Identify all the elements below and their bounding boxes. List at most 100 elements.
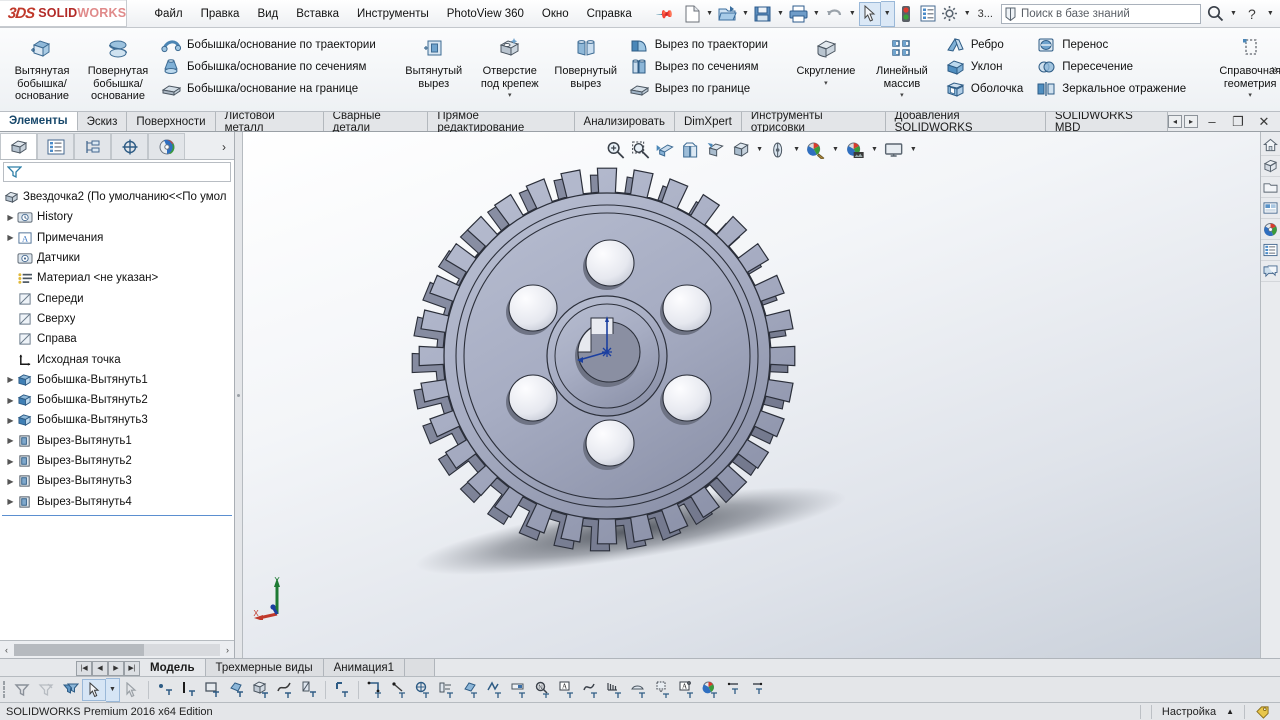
lofted-boss-button[interactable]: Бобышка/основание по сечениям [158, 57, 382, 77]
shell-button[interactable]: Оболочка [942, 79, 1029, 99]
tree-node-origin[interactable]: Исходная точка [0, 349, 234, 369]
tree-node-cut-extrude-1[interactable]: ▶ Вырез-Вытянуть1 [0, 431, 234, 451]
weld-symbol-button[interactable] [627, 679, 651, 701]
tab-sketch[interactable]: Эскиз [77, 112, 128, 131]
first-tab-button[interactable]: |◀ [76, 660, 92, 676]
plane-tool-button[interactable] [297, 679, 321, 701]
open-document-button[interactable] [716, 2, 739, 26]
model-tab-animation1[interactable]: Анимация1 [323, 659, 406, 676]
menu-window[interactable]: Окно [533, 4, 578, 24]
tree-node-cut-extrude-2[interactable]: ▶ Вырез-Вытянуть2 [0, 451, 234, 471]
note-button[interactable]: A [555, 679, 579, 701]
tab-render-tools[interactable]: Инструменты отрисовки [741, 110, 886, 134]
rib-button[interactable]: Ребро [942, 35, 1029, 55]
select-caret-icon[interactable]: ▼ [880, 0, 895, 27]
expand-arrow-icon[interactable]: ▶ [4, 213, 17, 222]
select-tool-button[interactable] [82, 678, 106, 701]
double-chevron-right-icon[interactable]: » [1271, 62, 1278, 76]
tab-solidworks-addins[interactable]: Добавления SOLIDWORKS [885, 110, 1046, 134]
solidworks-forum-button[interactable] [1261, 261, 1280, 282]
fillet-button[interactable]: Скругление ▾ [788, 30, 864, 87]
box-button[interactable] [249, 679, 273, 701]
mirror-button[interactable]: Зеркальное отражение [1033, 79, 1192, 99]
sprocket-gear-model[interactable] [259, 166, 1280, 658]
open-document-caret-icon[interactable]: ▼ [739, 2, 752, 26]
intersect-button[interactable]: Пересечение [1033, 57, 1192, 77]
tab-weldments[interactable]: Сварные детали [323, 110, 429, 134]
select-tool-caret-icon[interactable]: ▼ [106, 677, 120, 702]
tab-display-manager[interactable] [148, 133, 185, 159]
expand-arrow-icon[interactable]: ▶ [4, 396, 17, 405]
find-button[interactable]: N [531, 679, 555, 701]
hole-wizard-button[interactable]: Отверстие под крепеж ▾ [472, 30, 548, 99]
tab-sheet-metal[interactable]: Листовой металл [215, 110, 324, 134]
measure-button[interactable] [483, 679, 507, 701]
rollback-bar[interactable] [2, 514, 232, 517]
view-palette-button[interactable] [1261, 198, 1280, 219]
hide-show-items-button[interactable] [767, 138, 789, 162]
reference-geometry-button[interactable]: Справочная геометрия ▾ [1212, 30, 1280, 99]
help-button[interactable]: ? [1240, 6, 1264, 22]
boundary-boss-button[interactable]: Бобышка/основание на границе [158, 79, 382, 99]
design-library-button[interactable] [1261, 156, 1280, 177]
lofted-cut-button[interactable]: Вырез по сечениям [626, 57, 774, 77]
tab-solidworks-mbd[interactable]: SOLIDWORKS MBD [1045, 110, 1168, 134]
expand-arrow-icon[interactable]: ▶ [4, 497, 17, 506]
balloon-button[interactable]: A [675, 679, 699, 701]
tree-node-cut-extrude-4[interactable]: ▶ Вырез-Вытянуть4 [0, 491, 234, 511]
tree-node-right-plane[interactable]: Справа [0, 329, 234, 349]
feature-tree-hscrollbar[interactable]: ‹ › [0, 640, 234, 658]
scroll-left-icon[interactable]: ‹ [2, 645, 11, 655]
corner-button[interactable] [363, 679, 387, 701]
select-button[interactable] [858, 1, 881, 26]
revolved-boss-button[interactable]: Повернутая бобышка/основание [80, 30, 156, 103]
graphics-viewport[interactable]: ▼ ▼ ▼ ▼ ▼ Y X [243, 132, 1280, 658]
menu-file[interactable]: Файл [145, 4, 191, 24]
search-input[interactable]: Поиск в базе знаний [1000, 3, 1201, 24]
doc-close-button[interactable]: ✕ [1252, 114, 1276, 130]
paint-button[interactable] [507, 679, 531, 701]
tree-node-front-plane[interactable]: Спереди [0, 288, 234, 308]
expand-arrow-icon[interactable]: ▶ [4, 375, 17, 384]
undo-button[interactable] [823, 2, 846, 26]
select-other-button[interactable] [120, 679, 144, 701]
options-caret-icon[interactable]: ▼ [961, 2, 974, 26]
next-tab-button[interactable]: ▸ [1184, 115, 1198, 128]
save-button[interactable] [752, 2, 774, 26]
undo-caret-icon[interactable]: ▼ [846, 2, 859, 26]
toolbar-overflow-label[interactable]: 3... [974, 8, 997, 20]
doc-restore-button[interactable]: ❐ [1226, 114, 1250, 130]
feature-tree-filter-input[interactable] [3, 162, 231, 182]
options-button[interactable] [939, 2, 961, 26]
reference-geometry-caret-icon[interactable]: ▾ [1248, 91, 1252, 99]
settings-caret-icon[interactable]: ▲ [1226, 707, 1234, 716]
panel-splitter[interactable] [235, 132, 243, 658]
apply-scene-button[interactable] [843, 138, 867, 162]
view-orientation-button[interactable] [703, 138, 727, 162]
edit-appearance-button[interactable] [804, 138, 828, 162]
next-tab-button[interactable]: ▶ [108, 660, 124, 676]
swept-boss-button[interactable]: Бобышка/основание по траектории [158, 35, 382, 55]
clear-filter-button[interactable] [34, 679, 58, 701]
expand-arrow-icon[interactable]: ▶ [4, 416, 17, 425]
line-button[interactable] [177, 679, 201, 701]
save-caret-icon[interactable]: ▼ [774, 2, 787, 26]
tab-evaluate[interactable]: Анализировать [574, 112, 675, 131]
scroll-right-icon[interactable]: › [223, 645, 232, 655]
display-screen-caret-icon[interactable]: ▼ [907, 138, 920, 162]
offset-button[interactable] [387, 679, 411, 701]
home-button[interactable] [1261, 135, 1280, 156]
extruded-cut-button[interactable]: Вытянутый вырез [396, 30, 472, 90]
print-caret-icon[interactable]: ▼ [810, 2, 823, 26]
relation-button[interactable] [435, 679, 459, 701]
zoom-to-area-button[interactable] [628, 138, 652, 162]
filters-toggle-button[interactable] [58, 679, 82, 701]
tree-node-cut-extrude-3[interactable]: ▶ Вырез-Вытянуть3 [0, 471, 234, 491]
expand-arrow-icon[interactable]: ▶ [4, 436, 17, 445]
appearances-scenes-button[interactable] [1261, 219, 1280, 240]
appearance-button[interactable] [699, 679, 723, 701]
tree-node-boss-extrude-1[interactable]: ▶ Бобышка-Вытянуть1 [0, 370, 234, 390]
model-tab-3d-views[interactable]: Трехмерные виды [205, 659, 324, 676]
linear-pattern-caret-icon[interactable]: ▾ [900, 91, 904, 99]
tab-direct-editing[interactable]: Прямое редактирование [428, 110, 575, 134]
